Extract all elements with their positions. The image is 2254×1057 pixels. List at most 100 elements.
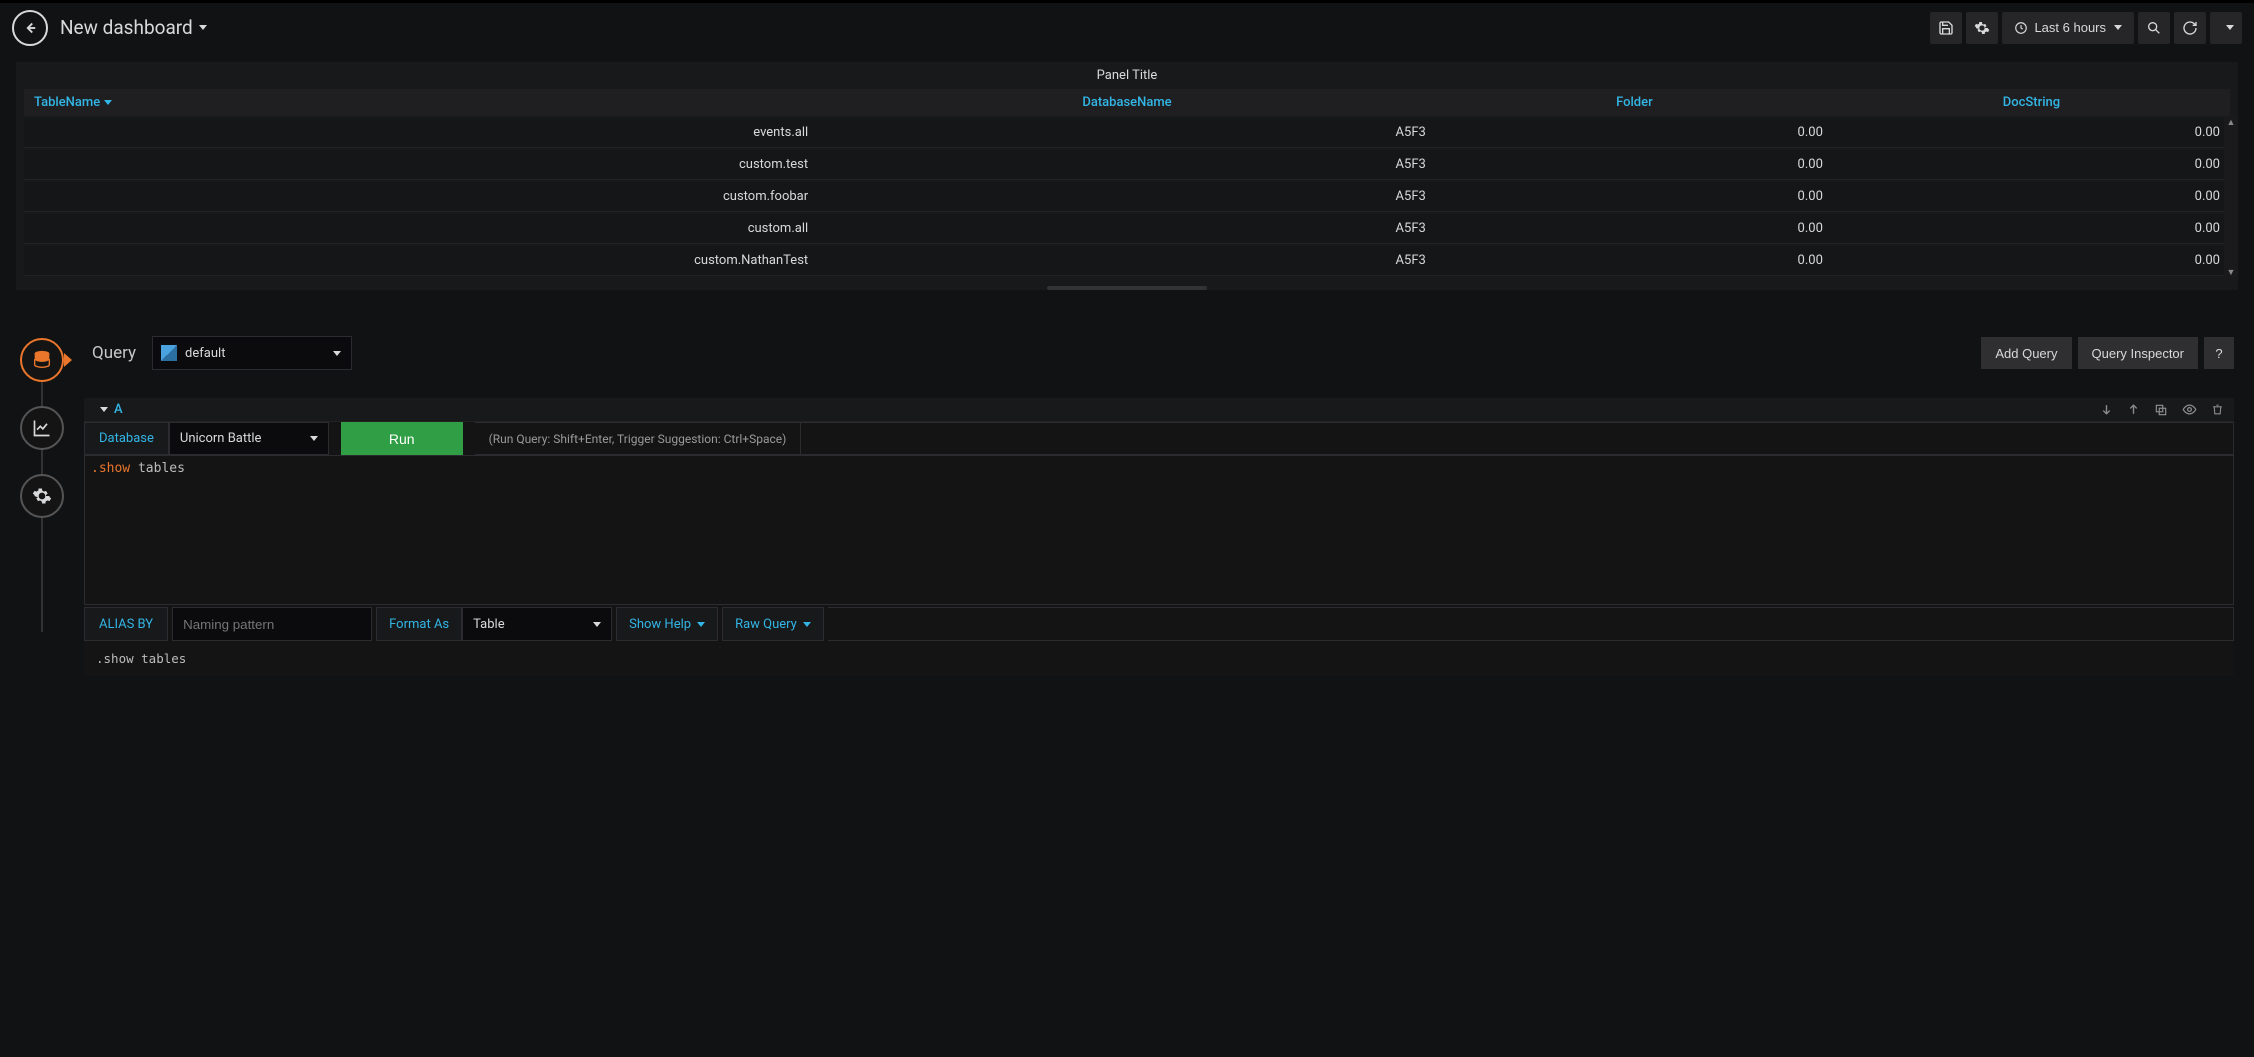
caret-down-icon <box>199 25 207 30</box>
collapse-caret-icon[interactable] <box>100 407 108 412</box>
show-help-button[interactable]: Show Help <box>616 607 718 641</box>
col-docstring[interactable]: DocString <box>1833 89 2230 116</box>
top-bar: New dashboard Last 6 hours <box>0 0 2254 52</box>
caret-down-icon <box>333 351 341 356</box>
toggle-visibility-button[interactable] <box>2182 402 2197 417</box>
panel-resize-handle[interactable] <box>1047 286 1207 290</box>
gear-icon <box>32 486 52 506</box>
arrow-left-icon <box>21 19 39 37</box>
alias-input[interactable] <box>172 607 372 641</box>
run-hint: (Run Query: Shift+Enter, Trigger Suggest… <box>475 422 802 455</box>
table-row[interactable]: custom.foobarA5F30.000.00 <box>24 182 2230 212</box>
query-tab-label: Query <box>92 343 136 363</box>
panel-title[interactable]: Panel Title <box>16 62 2238 87</box>
format-as-label: Format As <box>376 607 462 641</box>
run-button[interactable]: Run <box>341 422 463 455</box>
code-keyword: .show <box>91 461 130 476</box>
raw-query-button[interactable]: Raw Query <box>722 607 824 641</box>
database-label: Database <box>84 422 169 455</box>
table-cell: 0.00 <box>1833 246 2230 276</box>
editor-side-nav <box>0 328 84 676</box>
chart-icon <box>32 418 52 438</box>
table-cell: A5F3 <box>818 246 1436 276</box>
table-cell: 0.00 <box>1436 246 1833 276</box>
caret-down-icon <box>310 436 318 441</box>
table-scrollbar[interactable]: ▲ ▼ <box>2224 117 2238 278</box>
col-tablename[interactable]: TableName <box>24 89 818 116</box>
trash-icon <box>2211 403 2224 416</box>
refresh-button[interactable] <box>2174 12 2206 44</box>
table-cell: custom.all <box>24 214 818 244</box>
dashboard-title[interactable]: New dashboard <box>60 16 207 39</box>
sort-caret-icon <box>104 100 112 105</box>
database-icon <box>31 349 53 371</box>
query-help-button[interactable]: ? <box>2204 337 2234 369</box>
table-cell: custom.NathanTest <box>24 246 818 276</box>
side-tab-queries[interactable] <box>20 338 64 382</box>
copy-icon <box>2154 403 2168 417</box>
scroll-up-icon[interactable]: ▲ <box>2227 117 2236 128</box>
database-value: Unicorn Battle <box>180 431 262 446</box>
format-as-value: Table <box>473 617 504 632</box>
query-header: Query default Add Query Query Inspector … <box>84 328 2234 378</box>
search-icon <box>2146 20 2162 36</box>
save-button[interactable] <box>1930 12 1962 44</box>
time-range-button[interactable]: Last 6 hours <box>2002 12 2134 44</box>
table-row[interactable]: events.allA5F30.000.00 <box>24 118 2230 148</box>
back-button[interactable] <box>12 10 48 46</box>
table-cell: custom.test <box>24 150 818 180</box>
spacer <box>828 607 2234 641</box>
refresh-icon <box>2182 20 2198 36</box>
table-cell: custom.foobar <box>24 182 818 212</box>
side-tab-general[interactable] <box>20 474 64 518</box>
table-cell: 0.00 <box>1436 214 1833 244</box>
table-row[interactable]: custom.allA5F30.000.00 <box>24 214 2230 244</box>
query-letter[interactable]: A <box>114 402 123 417</box>
table-cell: A5F3 <box>818 150 1436 180</box>
duplicate-button[interactable] <box>2154 403 2168 417</box>
move-down-button[interactable] <box>2100 403 2113 416</box>
caret-down-icon <box>2114 25 2122 30</box>
query-editor[interactable]: .show tables <box>84 455 2234 605</box>
side-tab-visualization[interactable] <box>20 406 64 450</box>
settings-button[interactable] <box>1966 12 1998 44</box>
caret-down-icon <box>2226 25 2234 30</box>
table-cell: A5F3 <box>818 214 1436 244</box>
col-folder[interactable]: Folder <box>1436 89 1833 116</box>
caret-down-icon <box>803 622 811 627</box>
table-cell: 0.00 <box>1436 182 1833 212</box>
query-inspector-button[interactable]: Query Inspector <box>2078 337 2199 369</box>
table-cell: 0.00 <box>1833 118 2230 148</box>
datasource-name: default <box>185 346 225 361</box>
caret-down-icon <box>697 622 705 627</box>
datasource-select[interactable]: default <box>152 336 352 370</box>
move-up-button[interactable] <box>2127 403 2140 416</box>
results-table: TableName DatabaseName Folder DocString … <box>24 87 2230 278</box>
arrow-up-icon <box>2127 403 2140 416</box>
table-row[interactable]: custom.testA5F30.000.00 <box>24 150 2230 180</box>
grafana-logo-icon <box>161 345 177 361</box>
format-as-select[interactable]: Table <box>462 607 612 641</box>
table-cell: A5F3 <box>818 182 1436 212</box>
scroll-down-icon[interactable]: ▼ <box>2227 267 2236 278</box>
refresh-interval-button[interactable] <box>2210 12 2242 44</box>
dashboard-title-text: New dashboard <box>60 16 193 39</box>
add-query-button[interactable]: Add Query <box>1981 337 2071 369</box>
table-cell: A5F3 <box>818 118 1436 148</box>
panel: Panel Title TableName DatabaseName Folde… <box>16 62 2238 290</box>
raw-query-output: .show tables <box>84 641 2234 676</box>
table-cell: 0.00 <box>1833 182 2230 212</box>
database-select[interactable]: Unicorn Battle <box>169 422 329 455</box>
zoom-out-button[interactable] <box>2138 12 2170 44</box>
table-row[interactable]: custom.NathanTestA5F30.000.00 <box>24 246 2230 276</box>
time-range-label: Last 6 hours <box>2034 20 2106 35</box>
table-cell: 0.00 <box>1833 150 2230 180</box>
col-databasename[interactable]: DatabaseName <box>818 89 1436 116</box>
table-cell: events.all <box>24 118 818 148</box>
remove-query-button[interactable] <box>2211 403 2224 416</box>
gear-icon <box>1974 20 1990 36</box>
eye-icon <box>2182 402 2197 417</box>
clock-icon <box>2014 21 2028 35</box>
arrow-down-icon <box>2100 403 2113 416</box>
caret-down-icon <box>593 622 601 627</box>
